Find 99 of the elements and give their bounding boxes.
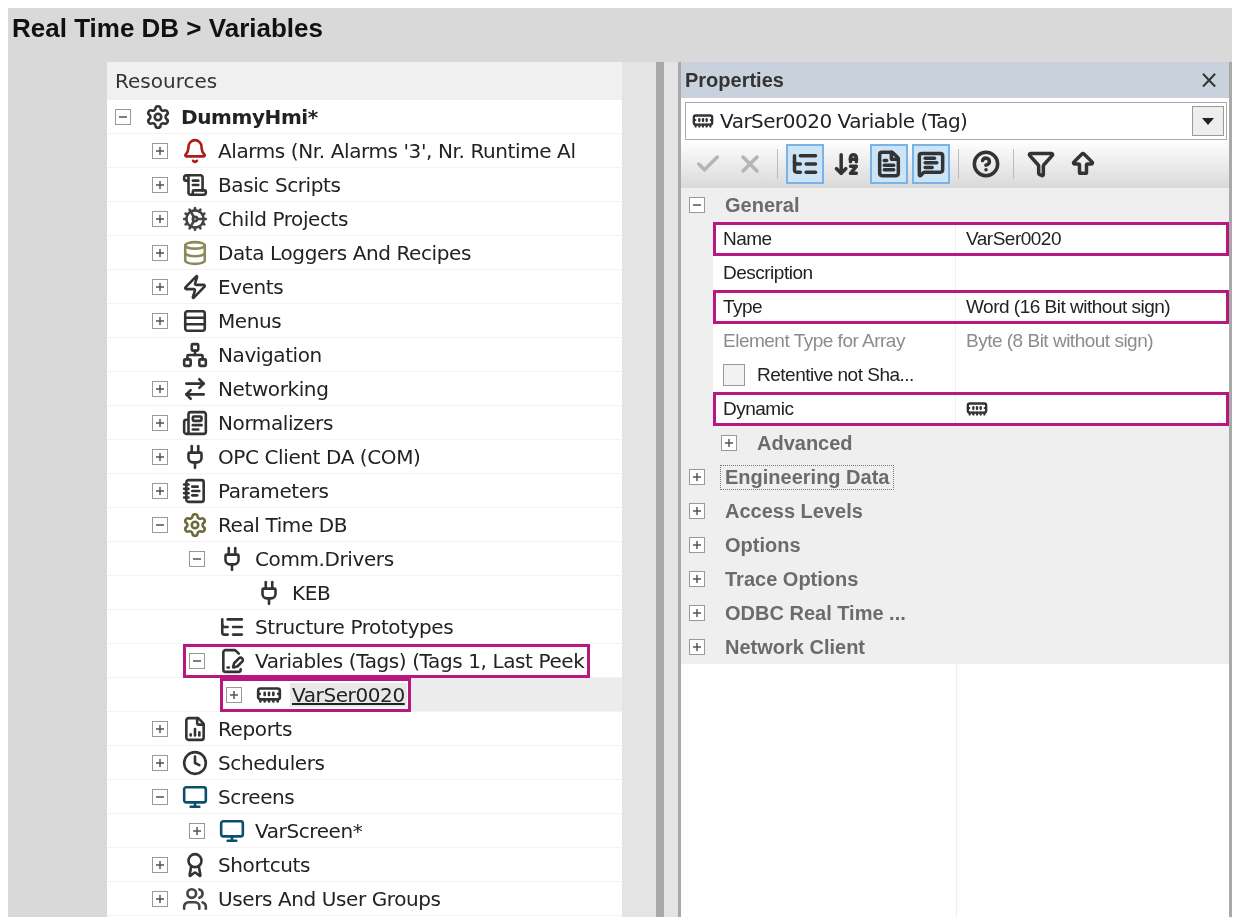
expand-toggle[interactable] [152, 754, 168, 771]
gear-icon [145, 103, 171, 130]
database-icon [182, 239, 208, 266]
object-dropdown[interactable]: VarSer0020 Variable (Tag) [685, 102, 1227, 140]
panel-title: Resources [107, 62, 622, 100]
collapse-toggle[interactable] [189, 550, 205, 567]
tree-item[interactable]: Navigation [216, 342, 324, 367]
expand-toggle[interactable] [152, 890, 168, 907]
document-button[interactable] [870, 144, 908, 184]
collapse-toggle[interactable] [189, 652, 205, 669]
tree-item[interactable]: Basic Scripts [216, 172, 343, 197]
tree-item[interactable]: Variables (Tags) (Tags 1, Last Peek [253, 648, 587, 673]
comment-button[interactable] [912, 144, 950, 184]
group-label: Options [724, 533, 802, 557]
tree-item[interactable]: Screens [216, 784, 297, 809]
hierarchy-icon [182, 341, 208, 368]
group-label: Advanced [756, 431, 854, 455]
gear-icon [182, 511, 208, 538]
collapse-toggle[interactable] [689, 197, 705, 213]
expand-toggle[interactable] [152, 380, 168, 397]
expand-toggle[interactable] [689, 571, 705, 587]
notepad-icon [182, 477, 208, 504]
tree-item[interactable]: Parameters [216, 478, 331, 503]
tree-item[interactable]: DummyHmi* [179, 104, 320, 129]
collapse-toggle[interactable] [152, 788, 168, 805]
collapse-toggle[interactable] [115, 108, 131, 125]
tree-item[interactable]: Networking [216, 376, 331, 401]
expand-toggle[interactable] [721, 435, 737, 451]
help-icon [972, 150, 1000, 178]
monitor-icon [219, 817, 245, 844]
tree-item[interactable]: VarScreen* [253, 818, 365, 843]
close-button[interactable]: × [1194, 66, 1223, 94]
group-label: Engineering Data [721, 465, 894, 489]
expand-toggle[interactable] [152, 414, 168, 431]
expand-toggle[interactable] [152, 482, 168, 499]
page-title: Real Time DB > Variables [12, 12, 323, 44]
expand-toggle[interactable] [226, 686, 242, 703]
expand-toggle[interactable] [689, 639, 705, 655]
monitor-icon [182, 783, 208, 810]
tree-item[interactable]: Real Time DB [216, 512, 350, 537]
alphabetical-sort-icon [833, 150, 861, 178]
clock-icon [182, 749, 208, 776]
report-icon [182, 715, 208, 742]
tree-item[interactable]: Users And User Groups [216, 886, 443, 911]
edit-document-icon [219, 647, 245, 674]
expand-toggle[interactable] [152, 448, 168, 465]
group-label: Trace Options [724, 567, 860, 591]
menu-icon [182, 307, 208, 334]
collapse-toggle[interactable] [152, 516, 168, 533]
arrows-icon [182, 375, 208, 402]
dropdown-button[interactable] [1192, 106, 1224, 136]
group-label: Network Client [724, 635, 867, 659]
property-value: VarSer0020 [965, 227, 1062, 251]
tree-item[interactable]: Events [216, 274, 286, 299]
expand-toggle[interactable] [189, 822, 205, 839]
bell-icon [182, 137, 208, 164]
tree-item[interactable]: KEB [290, 580, 333, 605]
expand-toggle[interactable] [152, 720, 168, 737]
property-value: Byte (8 Bit without sign) [965, 329, 1155, 353]
panel-title: Properties [685, 68, 784, 92]
document-icon [875, 150, 903, 178]
tree-item[interactable]: Shortcuts [216, 852, 312, 877]
expand-toggle[interactable] [689, 469, 705, 485]
expand-toggle[interactable] [689, 605, 705, 621]
checkbox[interactable] [723, 364, 745, 386]
group-label: Access Levels [724, 499, 864, 523]
group-label: ODBC Real Time ... [724, 601, 907, 625]
expand-toggle[interactable] [152, 856, 168, 873]
tree-item[interactable]: Comm.Drivers [253, 546, 396, 571]
expand-toggle[interactable] [689, 503, 705, 519]
expand-toggle[interactable] [152, 210, 168, 227]
tree-item[interactable]: Structure Prototypes [253, 614, 456, 639]
tree-item[interactable]: Menus [216, 308, 284, 333]
comment-icon [917, 150, 945, 178]
expand-toggle[interactable] [152, 312, 168, 329]
tree-item[interactable]: Normalizers [216, 410, 335, 435]
up-arrow-icon [1069, 150, 1097, 178]
expand-toggle[interactable] [152, 244, 168, 261]
caret-icon [1202, 117, 1214, 125]
categorized-button[interactable] [786, 144, 824, 184]
tree-item[interactable]: Schedulers [216, 750, 327, 775]
expand-toggle[interactable] [152, 176, 168, 193]
scroll-icon [182, 171, 208, 198]
property-value: Word (16 Bit without sign) [965, 295, 1172, 319]
tree-item[interactable]: OPC Client DA (COM) [216, 444, 423, 469]
group-label: General [724, 193, 801, 217]
tree-item[interactable]: Alarms (Nr. Alarms '3', Nr. Runtime Al [216, 138, 578, 163]
tree-item[interactable]: Child Projects [216, 206, 351, 231]
users-icon [182, 885, 208, 912]
tree-item[interactable]: VarSer0020 [290, 682, 407, 707]
gears-icon [182, 205, 208, 232]
dropdown-value: VarSer0020 Variable (Tag) [719, 109, 969, 133]
tree-item[interactable]: Reports [216, 716, 294, 741]
lightning-icon [182, 273, 208, 300]
expand-toggle[interactable] [152, 142, 168, 159]
filter-icon [1027, 150, 1055, 178]
expand-toggle[interactable] [689, 537, 705, 553]
expand-toggle[interactable] [152, 278, 168, 295]
tree-item[interactable]: Data Loggers And Recipes [216, 240, 473, 265]
